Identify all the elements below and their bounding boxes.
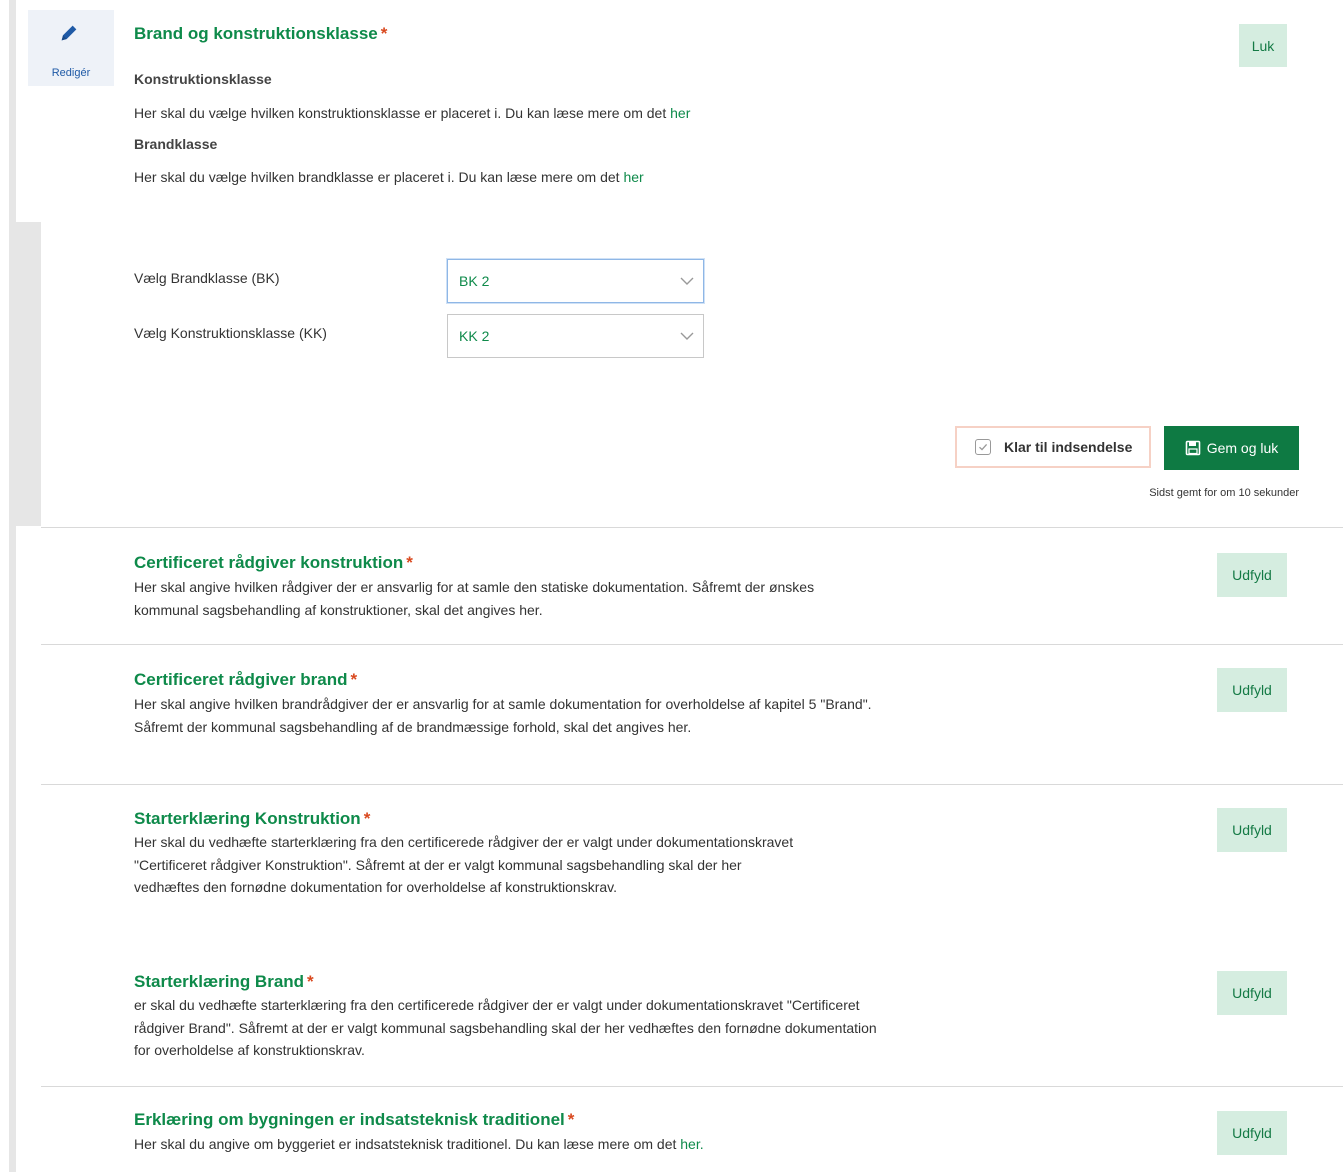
kk-help-body: Her skal du vælge hvilken konstruktionsk… [134, 105, 667, 121]
section-description: er skal du vedhæfte starterklæring fra d… [134, 997, 877, 1058]
checkbox-icon[interactable] [975, 439, 991, 455]
section-description-link[interactable]: her. [680, 1136, 703, 1152]
bk-help-link[interactable]: her [623, 169, 643, 185]
divider [41, 527, 1343, 528]
section-description: Her skal du vedhæfte starterklæring fra … [134, 834, 794, 895]
edit-button[interactable]: Redigér [28, 10, 114, 86]
section-title-indsatsteknisk-traditionel: Erklæring om bygningen er indsatsteknisk… [134, 1110, 574, 1130]
fill-button[interactable]: Udfyld [1217, 808, 1287, 852]
fill-button[interactable]: Udfyld [1217, 553, 1287, 597]
ready-label: Klar til indsendelse [1004, 439, 1133, 455]
edit-label: Redigér [51, 67, 91, 79]
section-title-text: Erklæring om bygningen er indsatsteknisk… [134, 1110, 565, 1129]
saved-status: Sidst gemt for om 10 sekunder [1149, 487, 1299, 499]
section-description: Her skal angive hvilken rådgiver der er … [134, 579, 815, 618]
checkmark-icon [979, 443, 988, 451]
bk-select-label: Vælg Brandklasse (BK) [134, 270, 280, 286]
left-border-strip [9, 0, 16, 1172]
section-title-text: Certificeret rådgiver brand [134, 670, 348, 689]
divider [41, 644, 1343, 645]
fill-button[interactable]: Udfyld [1217, 668, 1287, 712]
section-title-certificeret-brand: Certificeret rådgiver brand * [134, 670, 357, 690]
editor-side-band [16, 222, 41, 526]
required-marker: * [380, 24, 388, 43]
ready-to-submit-toggle[interactable]: Klar til indsendelse [955, 426, 1151, 468]
section-description: Her skal angive hvilken brandrådgiver de… [134, 696, 872, 735]
section-title-starterklaering-brand: Starterklæring Brand * [134, 972, 314, 992]
chevron-down-icon [680, 332, 694, 340]
required-marker: * [350, 670, 358, 689]
divider [41, 784, 1343, 785]
required-marker: * [406, 553, 413, 572]
kk-select-label: Vælg Konstruktionsklasse (KK) [134, 325, 327, 341]
bk-help-text: Her skal du vælge hvilken brandklasse er… [134, 166, 644, 189]
bk-select-value: BK 2 [459, 273, 490, 289]
divider [41, 1086, 1343, 1087]
section-title-text: Certificeret rådgiver konstruktion [134, 553, 404, 572]
close-button[interactable]: Luk [1239, 24, 1287, 67]
required-marker: * [307, 972, 314, 991]
save-label: Gem og luk [1206, 440, 1279, 456]
required-marker: * [567, 1110, 575, 1129]
save-disk-icon [1185, 440, 1201, 456]
kk-help-link[interactable]: her [670, 105, 690, 121]
section-title-starterklaering-konstruktion: Starterklæring Konstruktion * [134, 809, 370, 829]
bk-heading: Brandklasse [134, 136, 218, 152]
pencil-icon [61, 25, 77, 41]
required-marker: * [363, 809, 371, 828]
kk-select[interactable]: KK 2 [447, 314, 704, 358]
save-and-close-button[interactable]: Gem og luk [1164, 426, 1299, 470]
section-description-text: Her skal du angive om byggeriet er indsa… [134, 1136, 677, 1152]
section-title-text: Brand og konstruktionsklasse [134, 24, 378, 43]
bk-select[interactable]: BK 2 [447, 259, 704, 303]
bk-help-body: Her skal du vælge hvilken brandklasse er… [134, 169, 620, 185]
section-title-text: Starterklæring Konstruktion [134, 809, 361, 828]
section-title-text: Starterklæring Brand [134, 972, 305, 991]
section-description: Her skal du angive om byggeriet er indsa… [134, 1133, 704, 1156]
kk-heading: Konstruktionsklasse [134, 71, 272, 87]
kk-help-text: Her skal du vælge hvilken konstruktionsk… [134, 102, 690, 125]
kk-select-value: KK 2 [459, 328, 490, 344]
fill-button[interactable]: Udfyld [1217, 971, 1287, 1015]
fill-button[interactable]: Udfyld [1217, 1111, 1287, 1155]
chevron-down-icon [680, 277, 694, 285]
section-title-certificeret-konstruktion: Certificeret rådgiver konstruktion * [134, 553, 413, 573]
section-title-brand-konstruktionsklasse: Brand og konstruktionsklasse * [134, 24, 387, 44]
